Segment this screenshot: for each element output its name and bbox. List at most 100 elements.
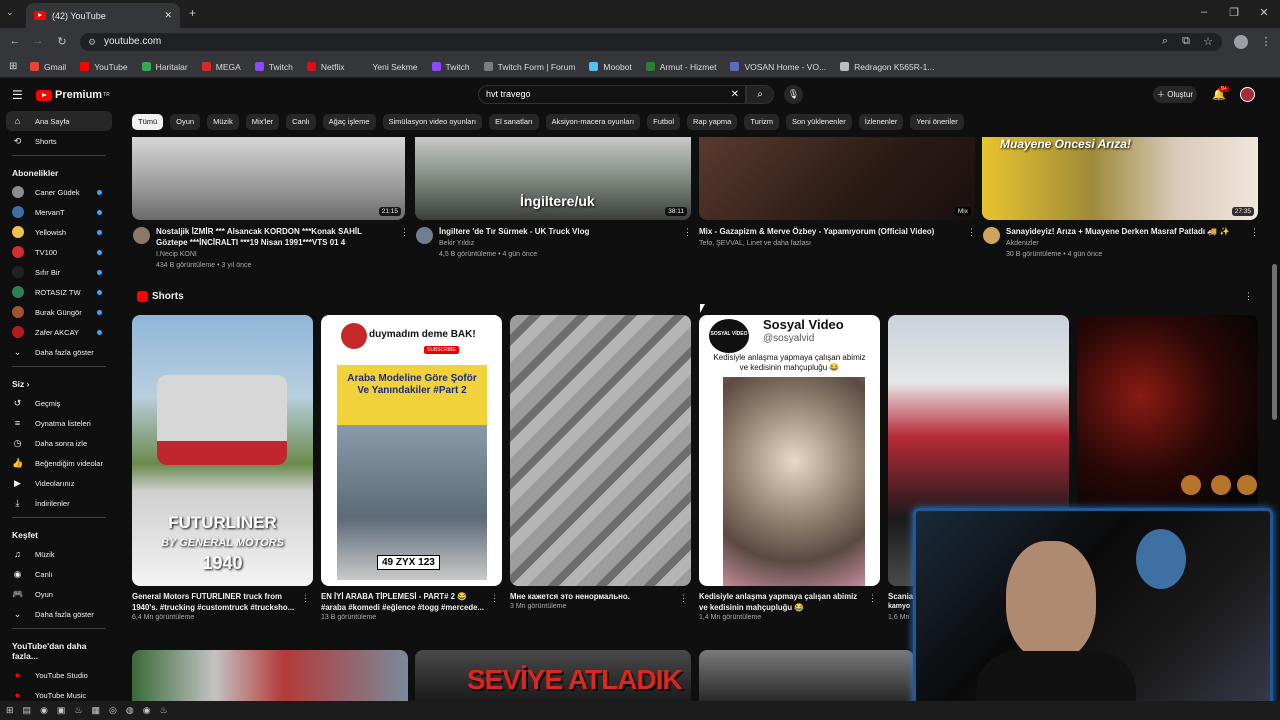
video-thumbnail[interactable]: İngiltere/uk 38:11 (415, 137, 691, 220)
filter-chip[interactable]: Tümü (132, 114, 164, 130)
short-thumbnail[interactable] (510, 315, 691, 586)
apps-icon[interactable]: ⊞ (9, 61, 17, 72)
browser-menu-icon[interactable]: ⋮ (1259, 35, 1273, 48)
more-actions-icon[interactable]: ⋮ (967, 227, 976, 238)
sidebar-item[interactable]: 👍 Beğendiğim videolar (0, 453, 118, 473)
show-more-button[interactable]: ⌄ Daha fazla göster (0, 604, 118, 624)
video-thumbnail[interactable] (699, 650, 914, 701)
channel-name[interactable]: Akdenizler (1006, 239, 1039, 249)
video-thumbnail[interactable] (132, 650, 408, 701)
sidebar-item[interactable]: ⤓ İndirilenler (0, 493, 118, 513)
sidebar-subscription[interactable]: Zafer AKCAY (0, 322, 118, 342)
browser-tab[interactable]: (42) YouTube ✕ (26, 3, 180, 28)
bookmark-item[interactable]: Yeni Sekme (358, 62, 418, 72)
video-thumbnail[interactable]: SEVİYE ATLADIK (415, 650, 691, 701)
minimize-icon[interactable]: – (1194, 6, 1214, 18)
more-actions-icon[interactable]: ⋮ (868, 593, 877, 604)
filter-chip[interactable]: Rap yapma (687, 114, 738, 130)
reload-icon[interactable]: ↻ (55, 35, 69, 48)
bookmark-item[interactable]: Netflix (306, 62, 344, 72)
filter-chip[interactable]: Yeni öneriler (910, 114, 964, 130)
close-tab-icon[interactable]: ✕ (164, 10, 172, 21)
filter-chip[interactable]: Futbol (647, 114, 680, 130)
short-thumbnail[interactable]: FUTURLINER BY GENERAL MOTORS 1940 (132, 315, 313, 586)
bookmark-item[interactable]: Twitch Form | Forum (483, 62, 575, 72)
new-tab-icon[interactable]: + (189, 6, 196, 20)
account-avatar[interactable] (1240, 87, 1255, 102)
channel-avatar[interactable] (133, 227, 150, 244)
video-card[interactable]: Mix (699, 137, 975, 220)
app-icon[interactable]: ◎ (109, 705, 117, 716)
app-icon[interactable]: ▦ (92, 705, 101, 716)
video-title[interactable]: İngiltere 'de Tır Sürmek - UK Truck Vlog (439, 227, 674, 238)
sidebar-subscription[interactable]: ROTASIZ TW (0, 282, 118, 302)
short-thumbnail[interactable]: duymadım deme BAK! SUBSCRIBE Araba Model… (321, 315, 502, 586)
short-title[interactable]: Kedisiyle anlaşma yapmaya çalışan abimiz… (699, 592, 864, 613)
video-card[interactable]: Muayene Oncesi Arıza! 27:35 (982, 137, 1258, 220)
filter-chip[interactable]: Simülasyon video oyunları (382, 114, 483, 130)
create-button[interactable]: ＋ Oluştur (1153, 86, 1197, 103)
filter-chip[interactable]: Müzik (207, 114, 239, 130)
video-title[interactable]: Nostaljik İZMİR *** Alsancak KORDON ***K… (156, 227, 391, 248)
chrome-icon[interactable]: ◉ (40, 705, 48, 716)
subscriptions-header[interactable]: Abonelikler (0, 160, 118, 182)
video-thumbnail[interactable]: Muayene Oncesi Arıza! 27:35 (982, 137, 1258, 220)
forward-icon[interactable]: → (31, 35, 45, 47)
short-title[interactable]: EN İYİ ARABA TİPLEMESİ - PART# 2 😂 #arab… (321, 592, 486, 613)
video-title[interactable]: Sanayideyiz! Arıza + Muayene Derken Masr… (1006, 227, 1241, 238)
sidebar-subscription[interactable]: Burak Güngör (0, 302, 118, 322)
filter-chip[interactable]: Son yüklenenler (786, 114, 852, 130)
steam-icon[interactable]: ♨ (160, 705, 168, 716)
sidebar-item[interactable]: ≡ Oynatma listeleri (0, 413, 118, 433)
bookmark-item[interactable]: YouTube (80, 62, 128, 72)
channel-name[interactable]: Tefo, ŞEVVAL, Linet ve daha fazlası (699, 239, 811, 249)
zoom-icon[interactable]: ⌕ (1158, 35, 1172, 48)
more-actions-icon[interactable]: ⋮ (301, 593, 310, 604)
sidebar-subscription[interactable]: Sıfır Bir (0, 262, 118, 282)
filter-chip[interactable]: El sanatları (489, 114, 539, 130)
channel-avatar[interactable] (983, 227, 1000, 244)
bookmark-item[interactable]: MEGA (201, 62, 241, 72)
bookmark-item[interactable]: Gmail (30, 62, 66, 72)
window-close-icon[interactable]: ✕ (1254, 6, 1274, 19)
sidebar-item[interactable]: ▶ Videolarınız (0, 473, 118, 493)
bookmark-item[interactable]: Twitch (431, 62, 470, 72)
filter-chip[interactable]: Canlı (286, 114, 316, 130)
voice-search-button[interactable]: 🎙 (784, 85, 803, 104)
sidebar-item[interactable]: ● YouTube Studio (0, 665, 118, 685)
channel-avatar[interactable] (416, 227, 433, 244)
youtube-logo[interactable]: Premium TR (36, 89, 110, 101)
start-icon[interactable]: ⊞ (6, 705, 14, 716)
video-thumbnail[interactable]: Mix (699, 137, 975, 220)
restore-icon[interactable]: ❐ (1224, 6, 1244, 19)
filter-chip[interactable]: Aksiyon-macera oyunları (545, 114, 641, 130)
bookmark-item[interactable]: Redragon K565R-1... (840, 62, 935, 72)
filter-chip[interactable]: Turizm (744, 114, 779, 130)
guide-menu-icon[interactable]: ☰ (12, 88, 23, 102)
more-actions-icon[interactable]: ⋮ (679, 593, 688, 604)
filter-chip[interactable]: Mix'ler (245, 114, 280, 130)
bookmark-star-icon[interactable]: ☆ (1201, 35, 1215, 48)
short-thumbnail[interactable]: SOSYAL VİDEO Sosyal Video @sosyalvid Ked… (699, 315, 880, 586)
search-input[interactable]: hvt travego ✕ (478, 85, 746, 104)
chrome-icon[interactable]: ◉ (143, 705, 151, 716)
install-app-icon[interactable]: ⧉ (1179, 35, 1193, 48)
bookmark-item[interactable]: Twitch (254, 62, 293, 72)
short-title[interactable]: General Motors FUTURLINER truck from 194… (132, 592, 297, 613)
show-more-button[interactable]: ⌄ Daha fazla göster (0, 342, 118, 362)
sidebar-subscription[interactable]: TV100 (0, 242, 118, 262)
explorer-icon[interactable]: ▤ (23, 705, 32, 716)
clear-search-icon[interactable]: ✕ (731, 86, 739, 103)
short-title[interactable]: Мне кажется это ненормально. (510, 592, 675, 603)
sidebar-subscription[interactable]: MervanT (0, 202, 118, 222)
sidebar-item-shorts[interactable]: ⟲ Shorts (0, 131, 118, 151)
sidebar-item[interactable]: ♫ Müzik (0, 544, 118, 564)
sidebar-item[interactable]: ◷ Daha sonra izle (0, 433, 118, 453)
shorts-menu-icon[interactable]: ⋮ (1244, 291, 1253, 302)
sidebar-item[interactable]: 🎮 Oyun (0, 584, 118, 604)
you-header[interactable]: Siz › (0, 371, 118, 393)
video-title[interactable]: Mix - Gazapizm & Merve Özbey - Yapamıyor… (699, 227, 949, 238)
site-info-icon[interactable]: ⚙ (88, 33, 96, 51)
sidebar-subscription[interactable]: Caner Güdek (0, 182, 118, 202)
discord-icon[interactable]: ◍ (126, 705, 134, 716)
